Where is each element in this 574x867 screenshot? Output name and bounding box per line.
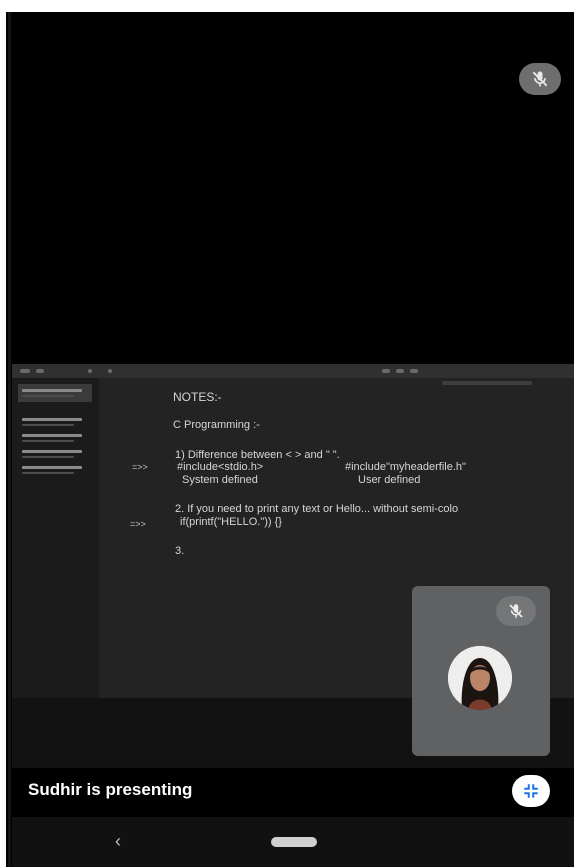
avatar (448, 646, 512, 710)
notes-arrow-2: =>> (130, 519, 146, 529)
sidebar-note-item (22, 434, 94, 442)
sidebar-note-item (22, 418, 94, 426)
notes-user-defined: User defined (358, 474, 421, 486)
mic-off-icon (509, 604, 523, 618)
self-mic-off-indicator (496, 596, 536, 626)
notes-heading: NOTES:- (173, 390, 222, 404)
shared-window-titlebar (12, 364, 574, 378)
notes-system-defined: System defined (182, 474, 258, 486)
titlebar-control (108, 369, 112, 373)
notes-code-printf: if(printf("HELLO.")) {} (180, 516, 282, 528)
notes-arrow-1: =>> (132, 462, 148, 472)
exit-fullscreen-button[interactable] (512, 775, 550, 807)
presenter-status-label: Sudhir is presenting (28, 780, 193, 799)
self-video-tile[interactable] (412, 586, 550, 756)
left-border (0, 0, 6, 867)
titlebar-control (396, 369, 404, 373)
titlebar-control (36, 369, 44, 373)
exit-fullscreen-icon (524, 784, 538, 798)
profile-photo (448, 646, 512, 710)
titlebar-control (382, 369, 390, 373)
mic-off-icon (532, 71, 548, 87)
notes-item-1: 1) Difference between < > and " ". (175, 449, 340, 461)
notes-sidebar (12, 378, 99, 698)
notes-include-stdio: #include<stdio.h> (177, 461, 264, 473)
titlebar-control (88, 369, 92, 373)
meeting-screen: NOTES:- C Programming :- 1) Difference b… (0, 0, 574, 867)
home-pill-icon[interactable] (271, 837, 317, 847)
titlebar-control (20, 369, 30, 373)
sidebar-note-item (18, 384, 92, 402)
notes-item-3: 3. (175, 545, 185, 557)
sidebar-note-item (22, 466, 94, 474)
shared-status-text (442, 381, 532, 385)
presenter-mic-off-indicator (519, 63, 561, 95)
back-chevron-icon[interactable]: ‹ (115, 831, 121, 852)
system-navigation-bar: ‹ (12, 817, 574, 867)
titlebar-control (410, 369, 418, 373)
notes-topic: C Programming :- (173, 419, 260, 431)
sidebar-note-item (22, 450, 94, 458)
notes-include-header: #include"myheaderfile.h" (345, 461, 466, 473)
left-edge (8, 12, 11, 867)
notes-item-2: 2. If you need to print any text or Hell… (175, 503, 459, 515)
top-border (0, 0, 574, 12)
